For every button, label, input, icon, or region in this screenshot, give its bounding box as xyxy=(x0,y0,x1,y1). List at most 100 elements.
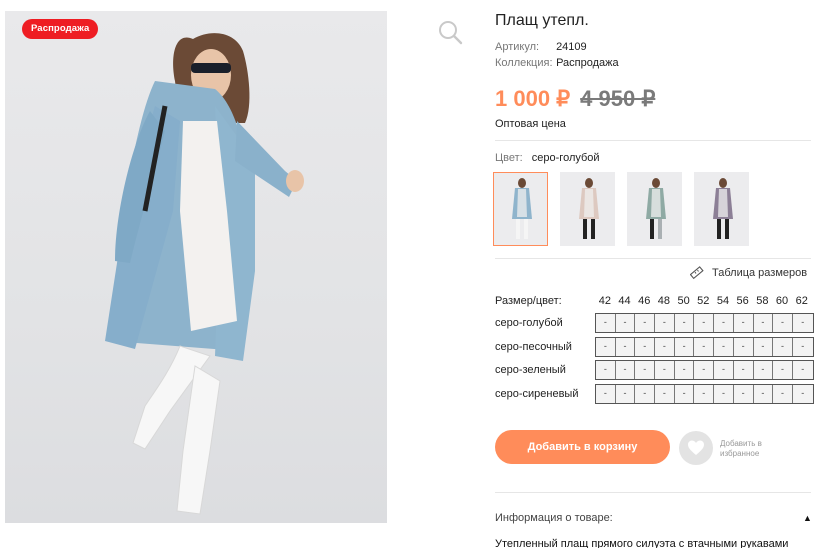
quantity-cell[interactable]: - xyxy=(596,337,616,356)
size-grid-row: серо-голубой - - - - - - - - - - - xyxy=(495,313,814,333)
favorite-button[interactable] xyxy=(679,431,713,465)
quantity-cell[interactable]: - xyxy=(655,314,675,332)
quantity-cell[interactable]: - xyxy=(635,337,656,356)
price-row: 1 000 ₽ 4 950 ₽ xyxy=(495,86,655,112)
quantity-cell[interactable]: - xyxy=(792,337,813,356)
quantity-cell[interactable]: - xyxy=(596,384,616,403)
quantity-cell[interactable]: - xyxy=(615,314,636,332)
quantity-cells: ----------- xyxy=(595,383,814,404)
quantity-cell[interactable]: - xyxy=(635,384,656,403)
size-header-cell: 56 xyxy=(736,295,749,307)
product-photo[interactable]: Распродажа xyxy=(5,11,387,523)
collection-value: Распродажа xyxy=(556,57,619,69)
quantity-cell[interactable]: - xyxy=(714,337,734,356)
size-grid-row-label: серо-зеленый xyxy=(495,364,566,377)
quantity-cell[interactable]: - xyxy=(792,314,813,332)
quantity-cell[interactable]: - xyxy=(635,361,656,380)
quantity-cell[interactable]: - xyxy=(635,314,656,332)
quantity-cell[interactable]: - xyxy=(792,361,813,380)
collapse-arrow-icon[interactable]: ▲ xyxy=(803,513,812,523)
quantity-cell[interactable]: - xyxy=(733,361,754,380)
quantity-cell[interactable]: - xyxy=(655,361,675,380)
collection-row: Коллекция: Распродажа xyxy=(495,57,619,69)
quantity-cell[interactable]: - xyxy=(694,314,715,332)
quantity-cell[interactable]: - xyxy=(753,314,774,332)
divider xyxy=(495,258,811,259)
size-grid-row-label: серо-сиреневый xyxy=(495,387,579,400)
color-swatch[interactable] xyxy=(493,172,548,246)
size-color-grid: Размер/цвет: 42 44 46 48 50 52 54 56 58 60 62 серо… xyxy=(495,293,814,407)
quantity-cell[interactable]: - xyxy=(714,361,734,380)
article-row: Артикул: 24109 xyxy=(495,41,587,53)
favorite-label[interactable]: Добавить в избранное xyxy=(720,439,790,459)
product-info-heading[interactable]: Информация о товаре: xyxy=(495,512,613,524)
product-title: Плащ утепл. xyxy=(495,12,589,29)
wholesale-price-label: Оптовая цена xyxy=(495,118,566,130)
quantity-cell[interactable]: - xyxy=(694,361,715,380)
swatch-thumbnail xyxy=(512,178,532,239)
quantity-cell[interactable]: - xyxy=(753,361,774,380)
quantity-cell[interactable]: - xyxy=(674,361,695,380)
quantity-cell[interactable]: - xyxy=(596,314,616,332)
size-header-cell: 50 xyxy=(677,295,690,307)
size-table-label: Таблица размеров xyxy=(712,267,808,279)
quantity-cell[interactable]: - xyxy=(773,361,793,380)
quantity-cell[interactable]: - xyxy=(674,384,695,403)
quantity-cells: ----------- xyxy=(595,360,814,381)
product-description: Утепленный плащ прямого силуэта с втачны… xyxy=(495,538,789,548)
quantity-cells: ----------- xyxy=(595,313,814,333)
color-swatches xyxy=(493,172,749,246)
color-swatch[interactable] xyxy=(560,172,615,246)
size-header-cell: 48 xyxy=(657,295,671,307)
swatch-thumbnail xyxy=(713,178,733,239)
quantity-cell[interactable]: - xyxy=(714,314,734,332)
quantity-cell[interactable]: - xyxy=(773,314,793,332)
size-table-link[interactable]: Таблица размеров xyxy=(690,266,807,280)
quantity-cell[interactable]: - xyxy=(615,337,636,356)
quantity-cell[interactable]: - xyxy=(773,337,793,356)
size-header-cell: 46 xyxy=(638,295,651,307)
quantity-cell[interactable]: - xyxy=(733,337,754,356)
quantity-cell[interactable]: - xyxy=(753,337,774,356)
divider xyxy=(495,140,811,141)
quantity-cells: ----------- xyxy=(595,336,814,357)
quantity-cell[interactable]: - xyxy=(655,337,675,356)
collection-label: Коллекция: xyxy=(495,57,553,69)
size-grid-header: Размер/цвет: 42 44 46 48 50 52 54 56 58 60 62 xyxy=(495,293,814,309)
color-swatch[interactable] xyxy=(694,172,749,246)
quantity-cell[interactable]: - xyxy=(674,314,695,332)
search-icon[interactable] xyxy=(436,18,464,46)
size-grid-row: серо-песочный - - - - - - - - - - - xyxy=(495,336,814,357)
size-grid-header-label: Размер/цвет: xyxy=(495,295,562,307)
price-current: 1 000 ₽ xyxy=(495,86,571,111)
quantity-cell[interactable]: - xyxy=(655,384,675,403)
size-header-cell: 54 xyxy=(716,295,730,307)
quantity-cell[interactable]: - xyxy=(733,314,754,332)
heart-icon xyxy=(688,440,704,455)
size-header-cell: 42 xyxy=(598,295,611,307)
quantity-cell[interactable]: - xyxy=(674,337,695,356)
sale-badge: Распродажа xyxy=(22,19,99,39)
quantity-cell[interactable]: - xyxy=(733,384,754,403)
size-header-cell: 60 xyxy=(775,295,789,307)
size-header-cell: 52 xyxy=(697,295,710,307)
quantity-cell[interactable]: - xyxy=(694,384,715,403)
quantity-cell[interactable]: - xyxy=(615,384,636,403)
quantity-cell[interactable]: - xyxy=(753,384,774,403)
size-grid-row: серо-зеленый - - - - - - - - - - - xyxy=(495,360,814,381)
quantity-cell[interactable]: - xyxy=(694,337,715,356)
quantity-cell[interactable]: - xyxy=(714,384,734,403)
color-swatch[interactable] xyxy=(627,172,682,246)
size-grid-row-label: серо-песочный xyxy=(495,340,572,353)
size-header-cell: 58 xyxy=(756,295,769,307)
swatch-thumbnail xyxy=(646,178,666,239)
size-header-cell: 62 xyxy=(795,295,808,307)
quantity-cell[interactable]: - xyxy=(596,361,616,380)
divider xyxy=(495,492,811,493)
color-label: Цвет: xyxy=(495,152,523,164)
quantity-cell[interactable]: - xyxy=(773,384,793,403)
size-grid-row: серо-сиреневый - - - - - - - - - - - xyxy=(495,383,814,404)
quantity-cell[interactable]: - xyxy=(792,384,813,403)
quantity-cell[interactable]: - xyxy=(615,361,636,380)
add-to-cart-button[interactable]: Добавить в корзину xyxy=(495,430,670,464)
